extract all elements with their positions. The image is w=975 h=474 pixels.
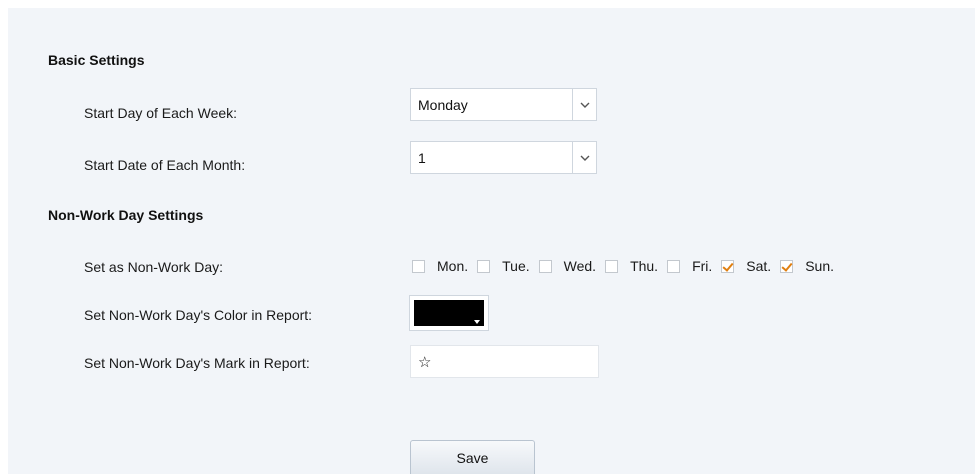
color-label: Set Non-Work Day's Color in Report: [84,307,313,323]
day-option-thu[interactable]: Thu. [605,258,658,274]
thu-label: Thu. [630,258,659,274]
sat-checkbox[interactable] [721,259,735,273]
wed-checkbox[interactable] [538,259,552,273]
day-option-tue[interactable]: Tue. [477,258,530,274]
start-date-select[interactable]: 1 [410,141,597,174]
mark-label: Set Non-Work Day's Mark in Report: [84,355,310,371]
day-option-sat[interactable]: Sat. [721,258,771,274]
start-date-value: 1 [418,149,426,166]
sun-label: Sun. [805,258,835,274]
chevron-down-icon[interactable] [572,142,596,173]
caret-down-icon [474,320,480,324]
chevron-down-icon[interactable] [572,89,596,120]
tue-label: Tue. [502,258,530,274]
mark-input[interactable] [410,345,599,378]
color-picker[interactable] [409,295,489,331]
fri-checkbox[interactable] [667,259,681,273]
non-work-days-group: Mon. Tue. Wed. Thu. Fri. Sat. Sun. [412,258,843,274]
settings-panel: Basic Settings Start Day of Each Week: M… [8,8,975,474]
tue-checkbox[interactable] [477,259,491,273]
day-option-wed[interactable]: Wed. [538,258,597,274]
mon-label: Mon. [437,258,469,274]
sun-checkbox[interactable] [780,259,794,273]
set-non-work-label: Set as Non-Work Day: [84,259,224,275]
basic-settings-title: Basic Settings [48,52,145,68]
wed-label: Wed. [563,258,597,274]
day-option-sun[interactable]: Sun. [780,258,834,274]
save-button[interactable]: Save [410,440,535,474]
day-option-fri[interactable]: Fri. [667,258,712,274]
start-day-value: Monday [418,96,468,113]
start-day-label: Start Day of Each Week: [84,105,238,121]
mon-checkbox[interactable] [412,259,425,273]
fri-label: Fri. [692,258,713,274]
thu-checkbox[interactable] [605,259,619,273]
start-day-select[interactable]: Monday [410,88,597,121]
non-work-settings-title: Non-Work Day Settings [48,207,204,223]
sat-label: Sat. [746,258,772,274]
start-date-label: Start Date of Each Month: [84,157,246,173]
day-option-mon[interactable]: Mon. [412,258,468,274]
